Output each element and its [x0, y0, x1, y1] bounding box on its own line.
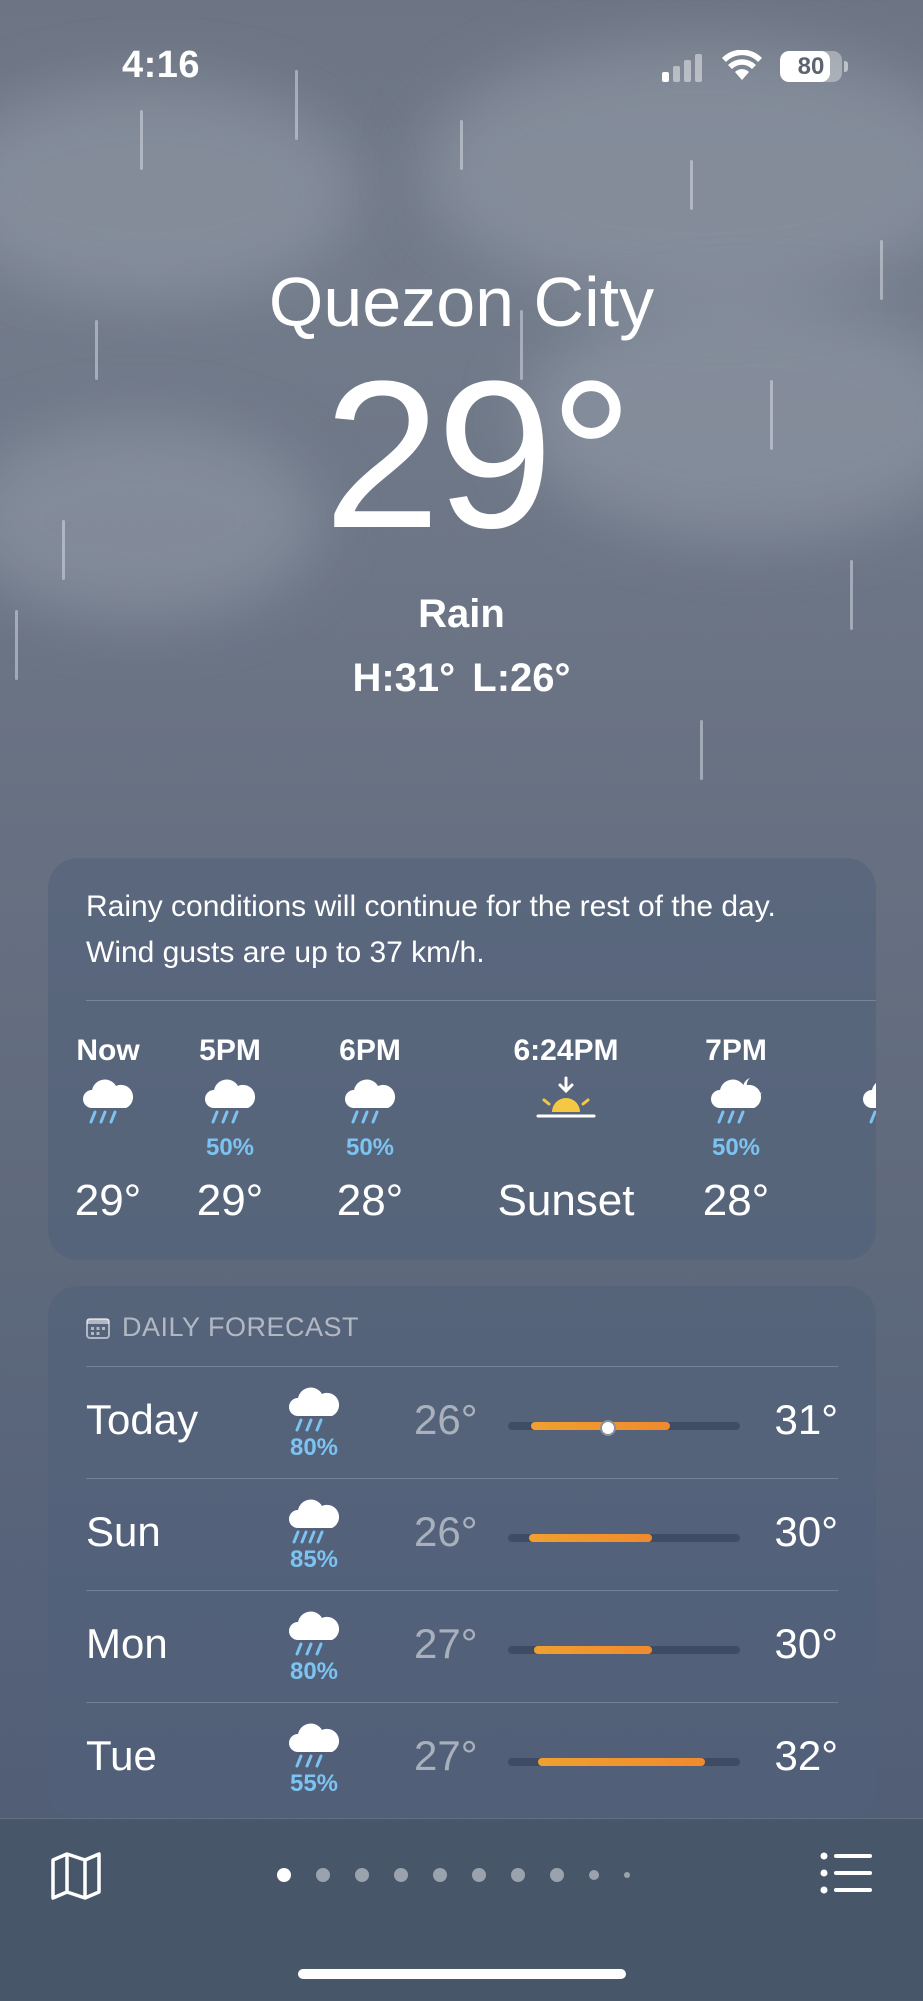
row-divider [86, 1366, 838, 1367]
rain-cloud-icon [200, 1076, 260, 1124]
hour-label: 5PM [199, 1034, 261, 1067]
sunset-icon [536, 1076, 596, 1124]
day-low-temp: 27° [414, 1732, 478, 1779]
page-dot[interactable] [511, 1868, 525, 1882]
day-name: Sun [86, 1508, 161, 1555]
daily-forecast-header: DAILY FORECAST [86, 1312, 359, 1343]
hour-precip: 5 [828, 1134, 876, 1162]
hour-label: 8 [828, 1034, 876, 1068]
day-precip: 80% [289, 1434, 339, 1461]
daily-row[interactable]: Today 80% 26° 31° [48, 1368, 876, 1480]
hour-precip: 50% [345, 1134, 395, 1161]
page-dot[interactable] [624, 1872, 630, 1878]
hour-precip: 50% [711, 1134, 761, 1161]
status-time: 4:16 [122, 44, 201, 86]
temperature-range-track [508, 1758, 740, 1766]
day-high-temp: 30° [774, 1620, 838, 1667]
hour-temperature: 29° [74, 1176, 142, 1225]
hour-temperature: 28° [702, 1176, 770, 1225]
day-low-temp: 26° [414, 1396, 478, 1443]
hour-temperature: 29° [196, 1176, 264, 1225]
cellular-signal-icon [662, 52, 702, 82]
daily-row[interactable]: Tue 55% 27° 32° [48, 1704, 876, 1816]
card-divider [86, 1000, 876, 1001]
daily-row[interactable]: Mon 80% 27° 30° [48, 1592, 876, 1704]
day-name: Today [86, 1396, 199, 1443]
temperature-range-bar [538, 1758, 706, 1766]
day-low-temp: 27° [414, 1620, 478, 1667]
row-divider [86, 1478, 838, 1479]
temperature-range-bar [533, 1646, 652, 1654]
current-temperature: 29° [323, 337, 634, 572]
battery-icon: 80 [780, 51, 842, 82]
city-name: Quezon City [268, 263, 655, 341]
rain-cloud-icon [340, 1076, 400, 1124]
page-dot[interactable] [355, 1868, 369, 1882]
temperature-range-track [508, 1420, 740, 1436]
high-low-temperature: H:31° L:26° [352, 656, 571, 700]
moon-rain-cloud-icon [706, 1076, 766, 1124]
day-precip: 55% [289, 1770, 339, 1797]
temperature-range-bar [528, 1534, 652, 1542]
weather-summary: Rainy conditions will continue for the r… [86, 890, 776, 969]
hour-label: 6:24PM [513, 1034, 619, 1067]
page-dot[interactable] [550, 1868, 564, 1882]
current-condition: Rain [418, 592, 505, 636]
calendar-icon [86, 1317, 110, 1339]
rain-cloud-icon [284, 1608, 344, 1656]
day-name: Tue [86, 1732, 157, 1779]
battery-percentage: 80 [797, 53, 825, 80]
location-list-icon[interactable] [820, 1851, 872, 1895]
row-divider [86, 1590, 838, 1591]
hour-temperature: 28° [336, 1176, 404, 1225]
day-name: Mon [86, 1620, 168, 1667]
page-dot[interactable] [472, 1868, 486, 1882]
rain-cloud-icon [284, 1720, 344, 1768]
heavy-rain-cloud-icon [284, 1496, 344, 1544]
rain-cloud-icon [284, 1384, 344, 1432]
daily-row[interactable]: Sun 85% 26° 30° [48, 1480, 876, 1592]
battery-tip [844, 61, 848, 72]
page-dot[interactable] [433, 1868, 447, 1882]
hour-label: 6PM [339, 1034, 401, 1067]
map-icon[interactable] [50, 1851, 102, 1901]
rain-cloud-icon [78, 1076, 138, 1124]
wifi-icon [722, 50, 762, 80]
day-low-temp: 26° [414, 1508, 478, 1555]
temperature-range-track [508, 1534, 740, 1542]
day-high-temp: 31° [774, 1396, 838, 1443]
daily-forecast-title: DAILY FORECAST [122, 1312, 360, 1342]
day-precip: 85% [289, 1546, 339, 1573]
daily-forecast-card[interactable]: DAILY FORECAST Today 80% 26° 31° Sun 85%… [48, 1286, 876, 1820]
bottom-toolbar [0, 1818, 923, 2001]
hour-label: 7PM [705, 1034, 767, 1067]
page-indicator[interactable] [277, 1868, 630, 1882]
page-dot[interactable] [277, 1868, 291, 1882]
day-precip: 80% [289, 1658, 339, 1685]
row-divider [86, 1702, 838, 1703]
home-indicator[interactable] [298, 1969, 626, 1979]
current-temp-dot [599, 1420, 616, 1436]
hour-label: Now [76, 1034, 140, 1067]
day-high-temp: 32° [774, 1732, 838, 1779]
day-high-temp: 30° [774, 1508, 838, 1555]
page-dot[interactable] [316, 1868, 330, 1882]
hour-temperature: Sunset [497, 1176, 635, 1225]
page-dot[interactable] [589, 1870, 599, 1880]
hour-temperature: 2 [828, 1176, 877, 1226]
hourly-forecast-card[interactable]: Rainy conditions will continue for the r… [48, 858, 876, 1260]
moon-rain-cloud-icon [858, 1076, 876, 1124]
temperature-range-track [508, 1646, 740, 1654]
hour-precip: 50% [205, 1134, 255, 1161]
page-dot[interactable] [394, 1868, 408, 1882]
